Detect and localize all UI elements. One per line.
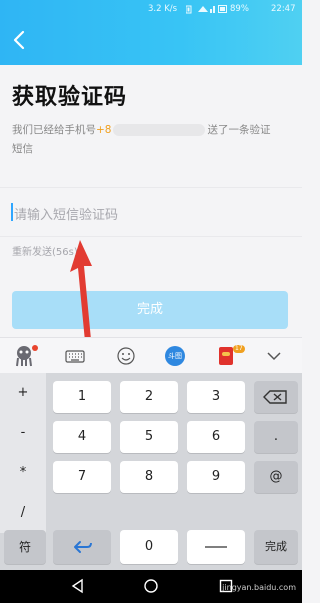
back-arrow-icon[interactable] [8,28,32,52]
symbol-column: + - * / [0,373,46,533]
status-bar: 3.2 K/s 89% 22:47 [0,0,302,18]
space-key[interactable] [187,530,245,564]
battery-level: 89% [230,4,249,14]
numeric-keypad: + - * / 1 2 3 4 5 6 . 7 8 9 @ 符 0 完成 [0,373,302,570]
resend-countdown[interactable]: 重新发送(56s) [12,243,78,258]
ime-toolbar: 斗图 17 [0,337,302,373]
return-arrow-icon [74,541,92,553]
back-triangle-icon[interactable] [70,578,86,594]
sms-description: 我们已经给手机号+8 送了一条验证 短信 [12,121,294,159]
clock: 22:47 [271,4,296,14]
app-mascot-icon[interactable] [12,344,40,368]
red-envelope-icon[interactable]: 17 [219,344,249,368]
page-title: 获取验证码 [12,85,128,110]
key-5[interactable]: 5 [120,421,178,453]
text-cursor [11,203,13,221]
network-speed: 3.2 K/s [148,4,178,14]
key-0[interactable]: 0 [120,530,178,564]
key-3[interactable]: 3 [187,381,245,413]
envelope-badge: 17 [233,345,245,353]
return-key[interactable] [53,530,111,564]
done-key[interactable]: 完成 [254,530,298,564]
header: 3.2 K/s 89% 22:47 [0,0,302,65]
phone-prefix: +8 [96,124,112,136]
desc-line2: 短信 [12,143,33,155]
home-circle-icon[interactable] [143,578,159,594]
badge-text: 斗图 [165,346,185,366]
phone-number-redacted [113,124,206,136]
backspace-icon [263,390,287,404]
asterisk-key[interactable]: * [0,453,46,493]
key-4[interactable]: 4 [53,421,111,453]
chevron-down-icon[interactable] [266,344,282,368]
submit-button[interactable]: 完成 [12,291,288,329]
at-key[interactable]: @ [254,461,298,493]
key-2[interactable]: 2 [120,381,178,413]
delete-key[interactable] [254,381,298,413]
battery-icon [218,5,227,13]
minus-key[interactable]: - [0,413,46,453]
signal-wifi-icon [186,5,215,14]
sms-code-placeholder: 请输入短信验证码 [14,208,119,223]
desc-prefix: 我们已经给手机号 [12,124,96,136]
space-bar-icon [205,546,227,548]
verification-form: 获取验证码 我们已经给手机号+8 送了一条验证 短信 请输入短信验证码 重新发送(… [0,65,302,337]
sms-code-input[interactable]: 请输入短信验证码 [0,187,302,237]
key-8[interactable]: 8 [120,461,178,493]
slash-key[interactable]: / [0,493,46,533]
emoji-icon[interactable] [116,344,136,368]
keyboard-icon[interactable] [65,344,85,368]
watermark: jingyan.baidu.com [222,583,296,592]
symbol-switch-key[interactable]: 符 [4,530,46,564]
key-7[interactable]: 7 [53,461,111,493]
dot-key[interactable]: . [254,421,298,453]
badge-icon[interactable]: 斗图 [165,344,187,368]
key-9[interactable]: 9 [187,461,245,493]
desc-suffix: 送了一条验证 [207,124,271,136]
key-6[interactable]: 6 [187,421,245,453]
plus-key[interactable]: + [0,373,46,413]
key-1[interactable]: 1 [53,381,111,413]
